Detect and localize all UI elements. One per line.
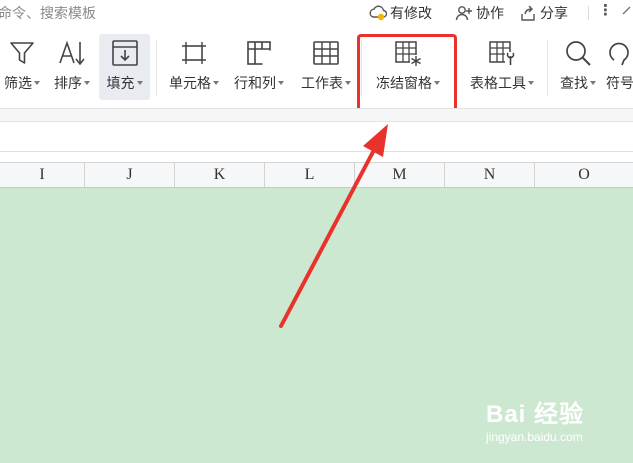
freeze-panes-icon (393, 34, 423, 68)
chevron-down-icon (345, 81, 351, 85)
collapse-ribbon-icon[interactable] (622, 2, 633, 25)
cell-icon (179, 34, 209, 68)
rows-columns-button[interactable]: 行和列 (230, 34, 288, 100)
divider (156, 40, 157, 96)
unsaved-changes-label: 有修改 (390, 5, 432, 21)
chevron-down-icon (590, 81, 596, 85)
cell-label: 单元格 (169, 75, 211, 91)
ribbon-bottom-border (0, 108, 633, 122)
sort-button[interactable]: 排序 (50, 34, 94, 100)
filter-label: 筛选 (4, 75, 32, 91)
chevron-down-icon (434, 81, 440, 85)
freeze-panes-label: 冻结窗格 (376, 75, 432, 91)
symbol-label: 符号 (606, 75, 633, 91)
collaborate-label: 协作 (476, 5, 504, 21)
cell-button[interactable]: 单元格 (164, 34, 224, 100)
divider (547, 40, 548, 96)
column-header-j[interactable]: J (85, 163, 175, 187)
worksheet-icon (311, 34, 341, 68)
column-header-m[interactable]: M (355, 163, 445, 187)
column-header-i[interactable]: I (0, 163, 85, 187)
chevron-down-icon (136, 81, 143, 85)
divider (588, 6, 589, 20)
sort-icon (57, 34, 87, 68)
fill-icon (110, 34, 140, 68)
more-options-icon[interactable]: ⋮ (598, 3, 613, 19)
column-header-l[interactable]: L (265, 163, 355, 187)
formula-bar[interactable] (0, 122, 633, 152)
ribbon-toolbar: 筛选 排序 填充 单元格 行和列 工作表 冻结窗格 表格工具 查找 符号 (0, 26, 633, 141)
rows-columns-icon (244, 34, 274, 68)
chevron-down-icon (278, 81, 284, 85)
worksheet-button[interactable]: 工作表 (296, 34, 356, 100)
sort-label: 排序 (54, 75, 82, 91)
fill-button[interactable]: 填充 (99, 34, 150, 100)
unsaved-changes-button[interactable]: 有修改 (369, 3, 432, 23)
filter-icon (7, 34, 37, 68)
share-icon (519, 5, 537, 21)
top-bar: 命令、搜索模板 有修改 协作 分享 ⋮ (0, 0, 633, 26)
command-search-hint[interactable]: 命令、搜索模板 (0, 3, 96, 23)
cloud-sync-icon (369, 5, 387, 21)
chevron-down-icon (34, 81, 40, 85)
chevron-down-icon (213, 81, 219, 85)
collaborate-button[interactable]: 协作 (455, 3, 504, 23)
fill-label: 填充 (106, 75, 135, 91)
table-tools-icon (487, 34, 517, 68)
freeze-panes-button[interactable]: 冻结窗格 (371, 34, 445, 100)
watermark-site: jingyan.baidu.com (486, 430, 583, 444)
find-icon (563, 34, 593, 68)
column-header-n[interactable]: N (445, 163, 535, 187)
chevron-down-icon (528, 81, 534, 85)
chevron-down-icon (84, 81, 90, 85)
symbol-icon (606, 34, 633, 68)
column-header-row: I J K L M N O (0, 162, 633, 188)
collaborate-icon (455, 5, 473, 21)
divider (361, 40, 362, 96)
symbol-button[interactable]: 符号 (606, 34, 633, 100)
filter-button[interactable]: 筛选 (0, 34, 44, 100)
watermark-brand: Bai 经验 (486, 401, 585, 428)
table-tools-label: 表格工具 (470, 75, 526, 91)
share-button[interactable]: 分享 (519, 3, 568, 23)
find-label: 查找 (560, 75, 588, 91)
find-button[interactable]: 查找 (556, 34, 600, 100)
rows-columns-label: 行和列 (234, 75, 276, 91)
baidu-watermark: Bai 经验 jingyan.baidu.com (480, 392, 620, 452)
share-label: 分享 (540, 5, 568, 21)
column-header-k[interactable]: K (175, 163, 265, 187)
column-header-o[interactable]: O (535, 163, 633, 187)
table-tools-button[interactable]: 表格工具 (464, 34, 540, 100)
worksheet-label: 工作表 (301, 75, 343, 91)
